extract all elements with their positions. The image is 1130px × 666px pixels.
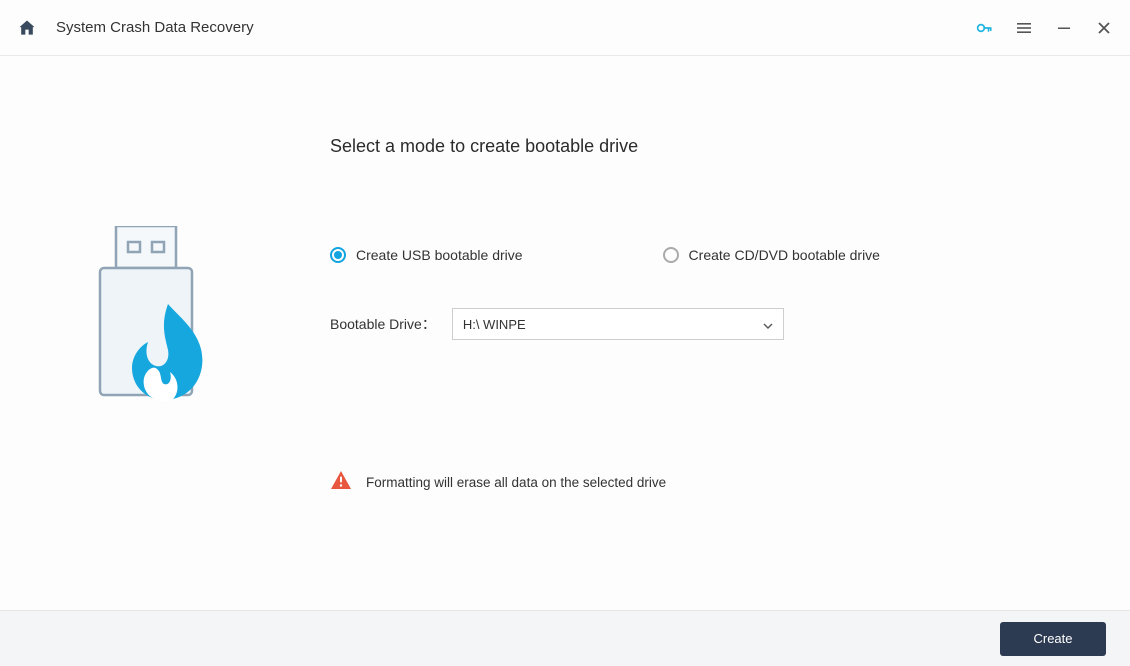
minimize-button[interactable] bbox=[1054, 18, 1074, 38]
drive-label: Bootable Drive： bbox=[330, 314, 436, 334]
warning-row: Formatting will erase all data on the se… bbox=[330, 470, 1070, 495]
content-panel: Select a mode to create bootable drive C… bbox=[300, 56, 1130, 610]
footer-bar: Create bbox=[0, 610, 1130, 666]
radio-usb-label: Create USB bootable drive bbox=[356, 247, 523, 263]
radio-usb[interactable]: Create USB bootable drive bbox=[330, 247, 523, 263]
mode-options: Create USB bootable drive Create CD/DVD … bbox=[330, 247, 1070, 263]
titlebar-controls bbox=[974, 18, 1114, 38]
radio-icon bbox=[663, 247, 679, 263]
warning-icon bbox=[330, 470, 352, 495]
key-icon[interactable] bbox=[974, 18, 994, 38]
chevron-down-icon bbox=[763, 319, 773, 329]
usb-flame-illustration bbox=[90, 226, 210, 416]
home-icon[interactable] bbox=[16, 17, 38, 39]
section-heading: Select a mode to create bootable drive bbox=[330, 136, 1070, 157]
warning-text: Formatting will erase all data on the se… bbox=[366, 475, 666, 490]
illustration-panel bbox=[0, 56, 300, 610]
close-button[interactable] bbox=[1094, 18, 1114, 38]
main-area: Select a mode to create bootable drive C… bbox=[0, 56, 1130, 610]
create-button[interactable]: Create bbox=[1000, 622, 1106, 656]
drive-select[interactable]: H:\ WINPE bbox=[452, 308, 784, 340]
menu-icon[interactable] bbox=[1014, 18, 1034, 38]
radio-cd-label: Create CD/DVD bootable drive bbox=[689, 247, 880, 263]
drive-select-value: H:\ WINPE bbox=[463, 317, 526, 332]
page-title: System Crash Data Recovery bbox=[56, 19, 254, 36]
drive-selector-row: Bootable Drive： H:\ WINPE bbox=[330, 308, 1070, 340]
titlebar: System Crash Data Recovery bbox=[0, 0, 1130, 56]
radio-icon-selected bbox=[330, 247, 346, 263]
radio-cd[interactable]: Create CD/DVD bootable drive bbox=[663, 247, 880, 263]
